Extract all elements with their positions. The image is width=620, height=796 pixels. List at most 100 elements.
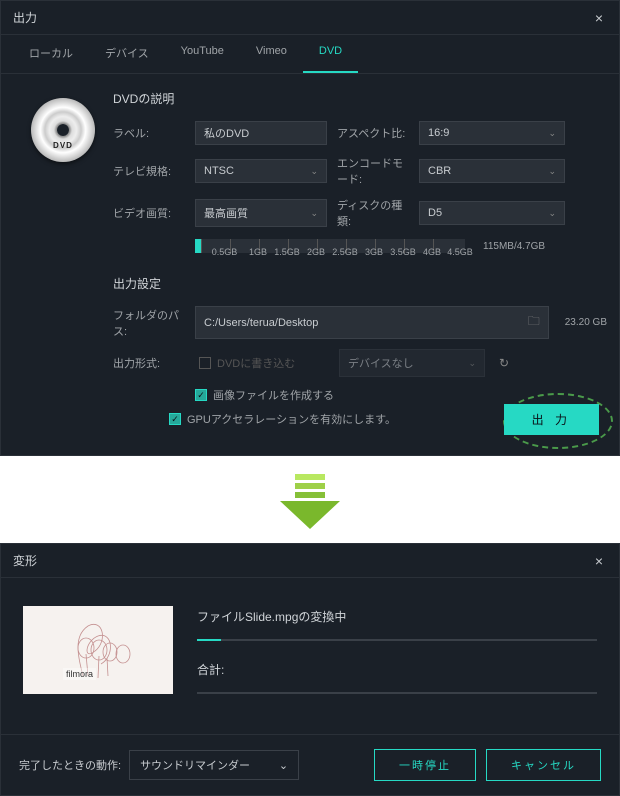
size-tick: 2.5GB <box>326 247 364 257</box>
label-label: ラベル: <box>113 125 187 141</box>
device-value: デバイスなし <box>348 355 414 371</box>
complete-action-value: サウンドリマインダー <box>140 757 250 773</box>
complete-action-label: 完了したときの動作: <box>19 757 121 773</box>
aspect-value: 16:9 <box>428 127 449 139</box>
chevron-down-icon: ⌄ <box>468 358 476 369</box>
thumbnail-sketch <box>23 606 173 694</box>
chk-gpu-label: GPUアクセラレーションを有効にします。 <box>187 411 396 427</box>
watermark: filmora <box>63 668 96 680</box>
row-tvstd: テレビ規格: NTSC ⌄ エンコードモード: CBR ⌄ <box>113 155 607 187</box>
file-progress-fill <box>197 639 221 641</box>
tvstd-select[interactable]: NTSC ⌄ <box>195 159 327 183</box>
checkbox-checked-icon: ✓ <box>169 413 181 425</box>
label-tvstd: テレビ規格: <box>113 163 187 179</box>
folder-icon[interactable]: 🗀 <box>528 312 540 333</box>
size-used-text: 115MB/4.7GB <box>483 241 545 252</box>
row-label: ラベル: アスペクト比: 16:9 ⌄ <box>113 121 607 145</box>
size-tick: 0.5GB <box>201 247 248 257</box>
size-tick: 1.5GB <box>268 247 306 257</box>
disctype-select[interactable]: D5 ⌄ <box>419 201 565 225</box>
label-input[interactable] <box>195 121 327 145</box>
size-tick: 3GB <box>364 247 384 257</box>
chevron-down-icon: ⌄ <box>310 208 318 219</box>
chevron-down-icon: ⌄ <box>310 166 318 177</box>
arrow-separator <box>0 456 620 543</box>
write-dvd-label: DVDに書き込む <box>217 355 295 371</box>
total-progress-bar <box>197 692 597 694</box>
export-btn-wrap: 出 力 <box>504 404 599 435</box>
label-aspect: アスペクト比: <box>337 125 411 141</box>
export-tabs: ローカル デバイス YouTube Vimeo DVD <box>1 35 619 74</box>
vquality-select[interactable]: 最高画質 ⌄ <box>195 199 327 227</box>
row-folder: フォルダのパス: C:/Users/terua/Desktop 🗀 23.20 … <box>113 306 607 339</box>
footer-left: 完了したときの動作: サウンドリマインダー ⌄ <box>19 750 299 780</box>
row-chk-img[interactable]: ✓ 画像ファイルを作成する <box>195 387 607 403</box>
label-encode: エンコードモード: <box>337 155 411 187</box>
chevron-down-icon: ⌄ <box>548 128 556 139</box>
label-format: 出力形式: <box>113 355 187 371</box>
checkbox-icon <box>199 357 211 369</box>
label-disctype: ディスクの種類: <box>337 197 411 229</box>
video-thumbnail: filmora <box>23 606 173 694</box>
progress-column: ファイルSlide.mpgの変換中 合計: <box>197 606 597 714</box>
folder-path-input[interactable]: C:/Users/terua/Desktop 🗀 <box>195 306 549 339</box>
folder-path-value: C:/Users/terua/Desktop <box>204 317 318 329</box>
chk-img-label: 画像ファイルを作成する <box>213 387 334 403</box>
chevron-down-icon: ⌄ <box>548 166 556 177</box>
write-dvd-option[interactable]: DVDに書き込む <box>195 355 331 371</box>
dialog-body: DVD DVDの説明 ラベル: アスペクト比: 16:9 ⌄ テレビ規格: NTS… <box>1 74 619 455</box>
close-icon[interactable]: × <box>591 10 607 26</box>
progress-dialog: 変形 × filmora ファイルSlide.mpgの変換中 <box>0 543 620 796</box>
checkbox-checked-icon: ✓ <box>195 389 207 401</box>
encode-select[interactable]: CBR ⌄ <box>419 159 565 183</box>
footer-right: 一時停止 キャンセル <box>374 749 601 781</box>
tab-vimeo[interactable]: Vimeo <box>240 35 303 73</box>
device-select[interactable]: デバイスなし ⌄ <box>339 349 485 377</box>
dialog-header: 出力 × <box>1 1 619 35</box>
tab-dvd[interactable]: DVD <box>303 35 358 73</box>
dialog-title: 変形 <box>13 552 37 569</box>
size-tick: 2GB <box>306 247 326 257</box>
tvstd-value: NTSC <box>204 165 234 177</box>
label-folder: フォルダのパス: <box>113 307 187 339</box>
folder-space: 23.20 GB <box>565 317 607 328</box>
export-dialog: 出力 × ローカル デバイス YouTube Vimeo DVD DVD DVD… <box>0 0 620 456</box>
dvd-disc-label: DVD <box>53 141 73 150</box>
dialog-title: 出力 <box>13 9 37 26</box>
section-title-desc: DVDの説明 <box>113 90 607 107</box>
total-label: 合計: <box>197 661 597 678</box>
complete-action-select[interactable]: サウンドリマインダー ⌄ <box>129 750 299 780</box>
converting-label: ファイルSlide.mpgの変換中 <box>197 608 597 625</box>
dvd-icon-column: DVD <box>13 90 113 435</box>
disctype-value: D5 <box>428 207 442 219</box>
section-title-out: 出力設定 <box>113 275 607 292</box>
tab-local[interactable]: ローカル <box>13 35 89 73</box>
row-format: 出力形式: DVDに書き込む デバイスなし ⌄ ↻ <box>113 349 607 377</box>
vquality-value: 最高画質 <box>204 205 248 221</box>
tab-youtube[interactable]: YouTube <box>165 35 240 73</box>
progress-body: filmora ファイルSlide.mpgの変換中 合計: <box>1 578 619 734</box>
aspect-select[interactable]: 16:9 ⌄ <box>419 121 565 145</box>
form-column: DVDの説明 ラベル: アスペクト比: 16:9 ⌄ テレビ規格: NTSC ⌄ エ… <box>113 90 607 435</box>
arrow-down-icon <box>280 474 340 529</box>
refresh-icon[interactable]: ↻ <box>499 356 509 370</box>
row-vquality: ビデオ画質: 最高画質 ⌄ ディスクの種類: D5 ⌄ <box>113 197 607 229</box>
size-tick: 4GB <box>422 247 442 257</box>
cancel-button[interactable]: キャンセル <box>486 749 601 781</box>
file-progress-bar <box>197 639 597 641</box>
progress-footer: 完了したときの動作: サウンドリマインダー ⌄ 一時停止 キャンセル <box>1 734 619 795</box>
encode-value: CBR <box>428 165 451 177</box>
pause-button[interactable]: 一時停止 <box>374 749 476 781</box>
dvd-disc-icon: DVD <box>31 98 95 162</box>
tab-device[interactable]: デバイス <box>89 35 165 73</box>
chevron-down-icon: ⌄ <box>548 208 556 219</box>
label-vquality: ビデオ画質: <box>113 205 187 221</box>
size-tick: 1GB <box>248 247 268 257</box>
chevron-down-icon: ⌄ <box>279 759 288 772</box>
close-icon[interactable]: × <box>591 553 607 569</box>
export-button[interactable]: 出 力 <box>504 404 599 435</box>
size-tick: 4.5GB <box>442 247 478 257</box>
size-ticks: 0.5GB 1GB 1.5GB 2GB 2.5GB 3GB 3.5GB 4GB … <box>201 247 607 257</box>
dialog-header: 変形 × <box>1 544 619 578</box>
size-tick: 3.5GB <box>384 247 422 257</box>
